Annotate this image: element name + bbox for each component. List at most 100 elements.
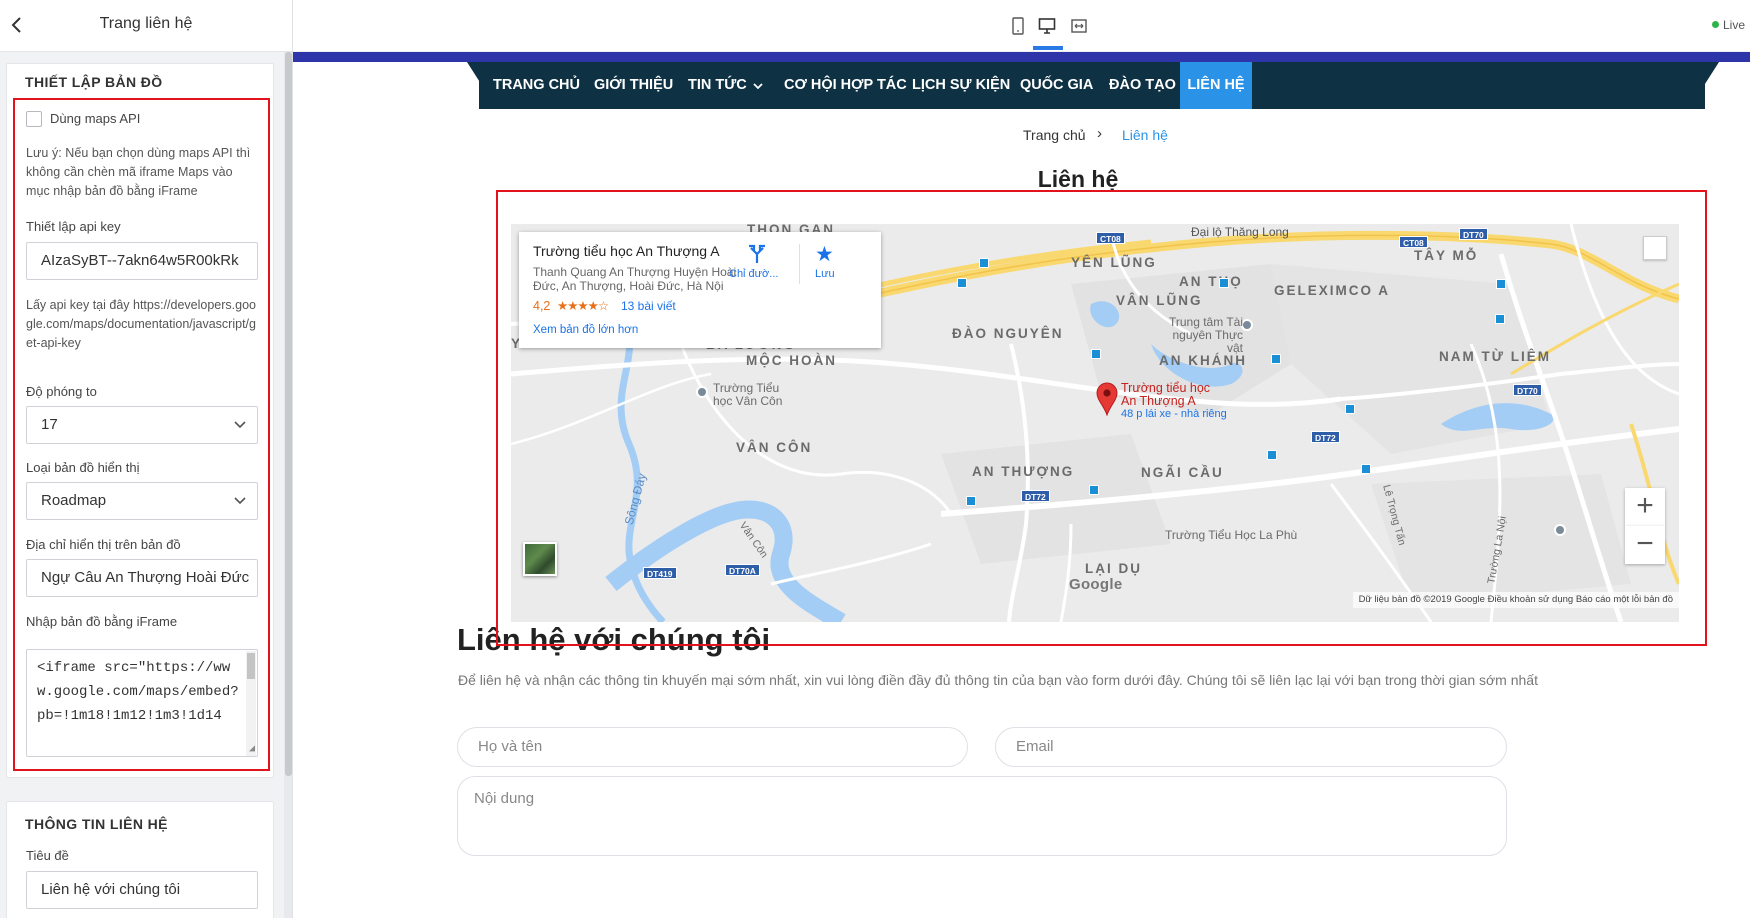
bus-stop-icon: [979, 258, 989, 268]
road-shield: DT419: [643, 567, 677, 579]
nav-item-about[interactable]: GIỚI THIỆU: [594, 62, 673, 109]
desktop-icon: [1038, 18, 1056, 34]
bus-stop-icon: [1495, 314, 1505, 324]
top-accent-bar: [293, 52, 1750, 62]
address-input[interactable]: Ngự Câu An Thượng Hoài Đức: [26, 559, 258, 597]
place-name: Trường tiểu học An Thượng A: [533, 243, 720, 259]
resize-grip-icon[interactable]: ◢: [249, 745, 255, 755]
road-shield: DT72: [1021, 490, 1050, 502]
bus-stop-icon: [1219, 278, 1229, 288]
map-place-label: Trung tâm Tài nguyên Thực vật: [1168, 315, 1243, 355]
use-maps-api-checkbox[interactable]: [26, 111, 42, 127]
save-link[interactable]: Lưu: [815, 268, 835, 280]
star-icon[interactable]: ★: [815, 242, 834, 267]
desktop-view-button[interactable]: [1033, 12, 1061, 40]
main-nav: TRANG CHỦ GIỚI THIỆU TIN TỨC CƠ HỘI HỢP …: [479, 62, 1705, 109]
mobile-view-button[interactable]: [1004, 12, 1032, 40]
place-rating: 4,2: [533, 299, 551, 313]
contact-description: Để liên hệ và nhận các thông tin khuyến …: [458, 672, 1538, 688]
map-place-label: Trường Tiểu Học La Phù: [1165, 528, 1298, 542]
google-logo: Google: [1069, 576, 1123, 593]
nav-item-partnership[interactable]: CƠ HỘI HỢP TÁC: [784, 62, 907, 109]
pin-label-line-2: An Thượng A: [1121, 393, 1196, 408]
active-device-indicator: [1033, 46, 1063, 50]
map-pin-icon[interactable]: [1096, 382, 1118, 416]
embedded-map[interactable]: THÔN GẠN YÊN LŨNG AN THỌ GELEXIMCO A TÂY…: [511, 224, 1679, 622]
map-label: ĐÀO NGUYÊN: [952, 326, 1064, 341]
api-help-text: Lấy api key tại đây https://developers.g…: [26, 298, 257, 350]
map-settings-title: THIẾT LẬP BẢN ĐỒ: [25, 74, 163, 90]
zoom-select[interactable]: 17: [26, 406, 258, 444]
bus-stop-icon: [1496, 279, 1506, 289]
map-label: VÂN LŨNG: [1116, 293, 1203, 308]
bus-stop-icon: [1267, 450, 1277, 460]
map-label: YÊN LŨNG: [1071, 255, 1157, 270]
chevron-left-icon: [11, 17, 21, 33]
email-field[interactable]: Email: [995, 727, 1507, 767]
panel-scrollbar-thumb[interactable]: [285, 52, 292, 776]
api-key-input[interactable]: AIzaSyBT--7akn64w5R00kRk: [26, 242, 258, 280]
nav-item-events[interactable]: LỊCH SỰ KIỆN: [912, 62, 1010, 109]
map-label: NAM TỪ LIÊM: [1439, 349, 1551, 364]
chevron-down-icon: [753, 83, 763, 90]
directions-link[interactable]: Chỉ đườ...: [729, 268, 778, 280]
pin-sublabel: 48 p lái xe - nhà riêng: [1121, 408, 1227, 420]
site-preview: TRANG CHỦ GIỚI THIỆU TIN TỨC CƠ HỘI HỢP …: [293, 52, 1750, 918]
reviews-link[interactable]: 13 bài viết: [621, 299, 676, 313]
preview-toolbar: Live: [293, 0, 1750, 52]
view-larger-map-link[interactable]: Xem bản đồ lớn hơn: [533, 324, 638, 336]
map-settings-card: THIẾT LẬP BẢN ĐỒ Dùng maps API Lưu ý: Nế…: [6, 63, 274, 778]
satellite-toggle[interactable]: [523, 542, 557, 576]
textarea-scrollbar[interactable]: [246, 651, 256, 756]
rating-stars: ★★★★☆: [557, 299, 609, 313]
heading-label: Tiêu đề: [26, 848, 69, 863]
directions-icon[interactable]: [746, 242, 768, 264]
road-shield: CT08: [1096, 232, 1125, 244]
nav-item-contact[interactable]: LIÊN HỆ: [1180, 62, 1252, 109]
nav-item-home[interactable]: TRANG CHỦ: [493, 62, 580, 109]
bus-stop-icon: [1089, 485, 1099, 495]
map-label: AN KHÁNH: [1159, 353, 1247, 368]
iframe-textarea-value: <iframe src="https://www.google.com/maps…: [37, 660, 239, 724]
back-button[interactable]: [6, 14, 28, 36]
map-road-label: Đại lộ Thăng Long: [1191, 225, 1289, 239]
breadcrumb-separator: ›: [1097, 125, 1102, 142]
fullwidth-icon: [1071, 19, 1087, 33]
api-note: Lưu ý: Nếu bạn chọn dùng maps API thì kh…: [26, 146, 251, 198]
zoom-out-button[interactable]: −: [1625, 526, 1665, 564]
road-shield: DT70: [1513, 384, 1542, 396]
nav-item-countries[interactable]: QUỐC GIA: [1020, 62, 1093, 109]
map-type-select[interactable]: Roadmap: [26, 482, 258, 520]
settings-panel: Trang liên hệ THIẾT LẬP BẢN ĐỒ Dùng maps…: [0, 0, 293, 918]
card-divider: [799, 244, 800, 284]
nav-item-news[interactable]: TIN TỨC: [688, 62, 765, 109]
zoom-select-value: 17: [41, 416, 58, 433]
status-dot-icon: [1712, 21, 1719, 28]
contact-heading: Liên hệ với chúng tôi: [457, 622, 771, 657]
map-label: TÂY MỖ: [1414, 248, 1479, 263]
panel-header: Trang liên hệ: [0, 0, 292, 52]
message-field[interactable]: Nội dung: [457, 776, 1507, 856]
bus-stop-icon: [1361, 464, 1371, 474]
road-shield: DT70: [1459, 228, 1488, 240]
place-info-card: Trường tiểu học An Thượng A Thanh Quang …: [519, 232, 881, 348]
iframe-textarea[interactable]: <iframe src="https://www.google.com/maps…: [26, 649, 258, 757]
address-label: Địa chỉ hiển thị trên bản đồ: [26, 537, 181, 552]
nav-item-training[interactable]: ĐÀO TẠO: [1109, 62, 1176, 109]
breadcrumb-home[interactable]: Trang chủ: [1023, 127, 1086, 143]
panel-title: Trang liên hệ: [99, 15, 193, 32]
map-label: GELEXIMCO A: [1274, 283, 1391, 298]
name-field[interactable]: Họ và tên: [457, 727, 968, 767]
heading-input[interactable]: Liên hệ với chúng tôi: [26, 871, 258, 909]
road-shield: DT70A: [725, 564, 760, 576]
fullwidth-view-button[interactable]: [1065, 12, 1093, 40]
map-attribution[interactable]: Dữ liệu bản đồ ©2019 Google Điều khoản s…: [1352, 592, 1679, 608]
fullscreen-button[interactable]: [1643, 236, 1667, 260]
map-label: AN THƯỢNG: [972, 464, 1075, 479]
page-title: Liên hệ: [1037, 166, 1119, 192]
bus-stop-icon: [966, 496, 976, 506]
zoom-in-button[interactable]: +: [1625, 488, 1665, 526]
map-label: NGÃI CẦU: [1141, 465, 1224, 480]
iframe-label: Nhập bản đồ bằng iFrame: [26, 614, 178, 629]
mobile-icon: [1012, 17, 1024, 35]
